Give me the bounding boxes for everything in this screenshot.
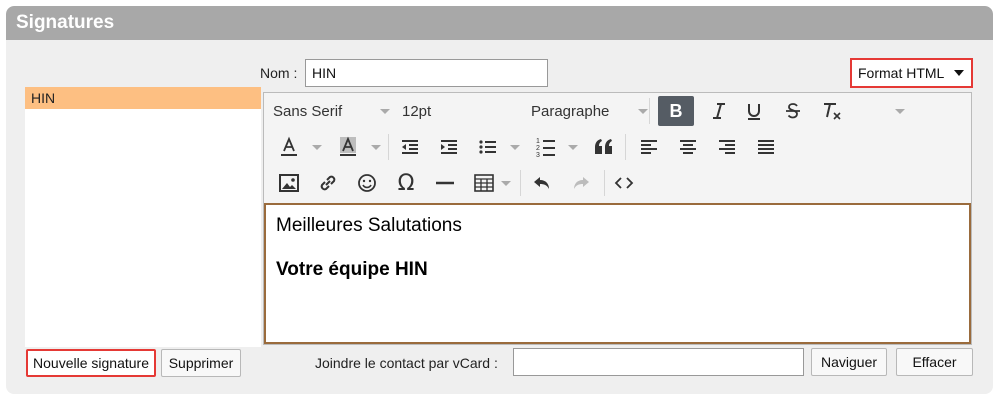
dropdown-caret-icon bbox=[895, 109, 905, 114]
html-editor: Sans Serif 12pt Paragraphe B 1 2 3 Ω Mei… bbox=[263, 92, 972, 345]
bullet-list-icon[interactable] bbox=[473, 132, 503, 162]
dropdown-caret-icon bbox=[380, 109, 390, 114]
vcard-label: Joindre le contact par vCard : bbox=[315, 355, 498, 371]
svg-text:3: 3 bbox=[536, 152, 540, 158]
emoji-icon[interactable] bbox=[352, 168, 382, 198]
font-size-label: 12pt bbox=[402, 102, 432, 120]
link-icon[interactable] bbox=[313, 168, 343, 198]
vcard-input[interactable] bbox=[513, 348, 804, 376]
browse-button[interactable]: Naviguer bbox=[811, 348, 887, 376]
dropdown-caret-icon[interactable] bbox=[312, 145, 322, 150]
block-format-select[interactable]: Paragraphe bbox=[531, 94, 905, 128]
nom-input[interactable] bbox=[305, 59, 548, 87]
undo-icon[interactable] bbox=[527, 168, 557, 198]
align-left-icon[interactable] bbox=[634, 132, 664, 162]
toolbar-separator bbox=[388, 134, 389, 160]
signatures-panel: Signatures HIN Nom : Format HTML Sans Se… bbox=[6, 6, 993, 394]
underline-icon[interactable] bbox=[739, 96, 769, 126]
nom-label: Nom : bbox=[260, 65, 298, 81]
toolbar-row-2: 123 bbox=[264, 130, 971, 166]
dropdown-caret-icon[interactable] bbox=[371, 145, 381, 150]
dropdown-caret-icon[interactable] bbox=[568, 145, 578, 150]
editor-content[interactable]: Meilleures Salutations Votre équipe HIN bbox=[264, 203, 971, 344]
signature-list: HIN bbox=[25, 87, 261, 347]
font-family-label: Sans Serif bbox=[273, 102, 343, 120]
block-format-label: Paragraphe bbox=[531, 102, 610, 120]
table-icon[interactable] bbox=[469, 168, 499, 198]
align-right-icon[interactable] bbox=[712, 132, 742, 162]
blockquote-icon[interactable] bbox=[589, 132, 619, 162]
font-size-select[interactable]: 12pt bbox=[402, 94, 648, 128]
omega-icon[interactable]: Ω bbox=[391, 168, 421, 198]
format-select-label: Format HTML bbox=[858, 65, 945, 81]
toolbar-separator bbox=[625, 134, 626, 160]
delete-signature-button[interactable]: Supprimer bbox=[161, 349, 241, 377]
new-signature-button[interactable]: Nouvelle signature bbox=[26, 349, 156, 377]
source-code-icon[interactable] bbox=[609, 168, 639, 198]
toolbar-row-1: Sans Serif 12pt Paragraphe B bbox=[264, 94, 971, 130]
strikethrough-icon[interactable] bbox=[778, 96, 808, 126]
bold-icon[interactable]: B bbox=[658, 96, 694, 126]
svg-text:1: 1 bbox=[536, 138, 540, 145]
editor-line-1: Meilleures Salutations bbox=[276, 215, 462, 236]
dropdown-caret-icon[interactable] bbox=[510, 145, 520, 150]
clear-button[interactable]: Effacer bbox=[896, 348, 973, 376]
toolbar-separator bbox=[520, 170, 521, 196]
toolbar-separator bbox=[604, 170, 605, 196]
align-center-icon[interactable] bbox=[673, 132, 703, 162]
outdent-icon[interactable] bbox=[395, 132, 425, 162]
toolbar-row-3: Ω bbox=[264, 166, 971, 202]
dropdown-caret-icon[interactable] bbox=[501, 181, 511, 186]
toolbar-separator bbox=[649, 98, 650, 124]
numbered-list-icon[interactable]: 123 bbox=[531, 132, 561, 162]
format-select[interactable]: Format HTML bbox=[850, 58, 973, 88]
clear-format-icon[interactable] bbox=[817, 96, 847, 126]
signature-list-item[interactable]: HIN bbox=[25, 87, 261, 109]
panel-header: Signatures bbox=[6, 6, 993, 40]
font-family-select[interactable]: Sans Serif bbox=[273, 94, 390, 128]
align-justify-icon[interactable] bbox=[751, 132, 781, 162]
indent-icon[interactable] bbox=[434, 132, 464, 162]
editor-line-2: Votre équipe HIN bbox=[276, 259, 428, 280]
horizontal-rule-icon[interactable] bbox=[430, 168, 460, 198]
image-icon[interactable] bbox=[274, 168, 304, 198]
background-color-icon[interactable] bbox=[331, 132, 365, 162]
redo-icon[interactable] bbox=[566, 168, 596, 198]
font-color-icon[interactable] bbox=[272, 132, 306, 162]
svg-text:2: 2 bbox=[536, 145, 540, 152]
panel-title: Signatures bbox=[16, 12, 115, 33]
caret-down-icon bbox=[954, 70, 964, 76]
italic-icon[interactable] bbox=[704, 96, 734, 126]
